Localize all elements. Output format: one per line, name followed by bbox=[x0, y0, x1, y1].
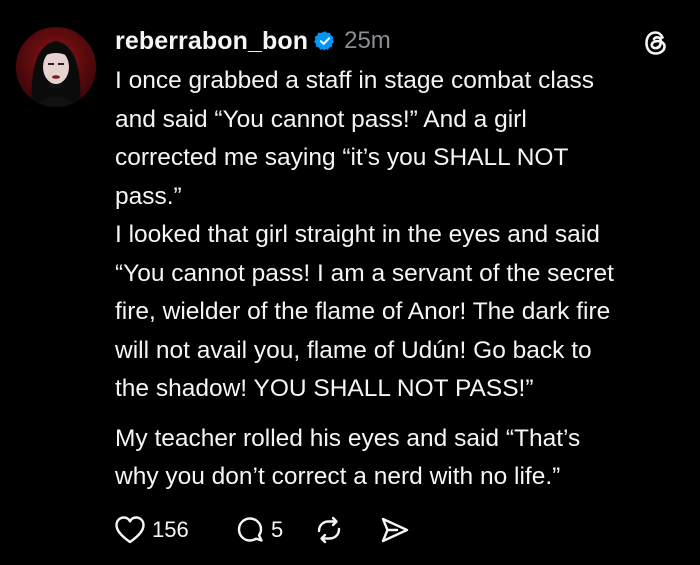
share-button[interactable] bbox=[379, 515, 411, 545]
timestamp: 25m bbox=[344, 27, 391, 54]
heart-icon bbox=[114, 515, 146, 545]
post-paragraph-1: I once grabbed a staff in stage combat c… bbox=[115, 67, 594, 210]
like-count: 156 bbox=[152, 517, 189, 542]
avatar[interactable] bbox=[16, 27, 96, 107]
repost-button[interactable] bbox=[313, 515, 379, 545]
username[interactable]: reberrabon_bon bbox=[115, 27, 308, 56]
reply-button[interactable]: 5 bbox=[235, 515, 301, 545]
avatar-image bbox=[16, 27, 96, 107]
repost-icon bbox=[313, 515, 345, 545]
like-button[interactable]: 156 bbox=[114, 515, 209, 545]
send-icon bbox=[379, 515, 411, 545]
post-paragraph-2: I looked that girl straight in the eyes … bbox=[115, 221, 614, 402]
post-paragraph-3: My teacher rolled his eyes and said “Tha… bbox=[115, 424, 581, 491]
post-actions: 156 5 bbox=[114, 510, 411, 550]
post-body: I once grabbed a staff in stage combat c… bbox=[115, 62, 685, 497]
verified-badge-icon bbox=[314, 30, 336, 52]
threads-logo-icon[interactable] bbox=[641, 28, 671, 58]
comment-icon bbox=[235, 515, 265, 545]
post-header: reberrabon_bon 25m bbox=[115, 24, 391, 58]
reply-count: 5 bbox=[271, 517, 284, 542]
threads-post: reberrabon_bon 25m I once grabbed a staf… bbox=[0, 0, 700, 565]
